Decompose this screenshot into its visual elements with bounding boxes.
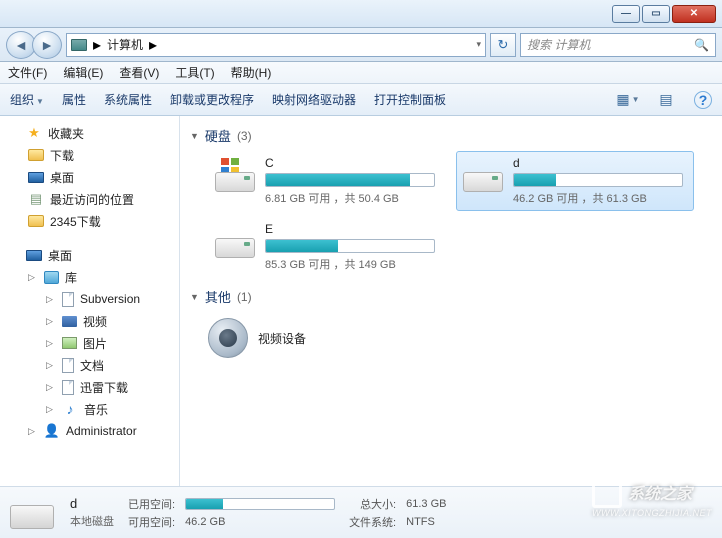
- breadcrumb-sep: ▸: [149, 35, 157, 55]
- drive-stats: 6.81 GB 可用 ，共 50.4 GB: [265, 190, 441, 206]
- tree-desktop-fav[interactable]: 桌面: [0, 166, 179, 188]
- camera-icon: [208, 318, 248, 358]
- drive-label: d: [513, 156, 689, 170]
- address-bar: ◄ ► ▸ 计算机 ▸ ▾ ↻ 搜索 计算机 🔍: [0, 28, 722, 62]
- tb-control-panel[interactable]: 打开控制面板: [374, 91, 446, 108]
- nav-tree: ★收藏夹 下载 桌面 ▤最近访问的位置 2345下载 桌面 ▷库 ▷Subver…: [0, 116, 180, 486]
- collapse-icon: ▼: [190, 292, 199, 302]
- breadcrumb-sep: ▸: [93, 35, 101, 55]
- drive-usage-bar: [265, 239, 435, 253]
- computer-icon: [71, 39, 87, 51]
- drive-icon: [213, 156, 257, 196]
- breadcrumb-item[interactable]: 计算机: [107, 36, 143, 53]
- details-name: d: [70, 496, 114, 511]
- drive-label: C: [265, 156, 441, 170]
- tree-pictures[interactable]: ▷图片: [0, 332, 179, 354]
- drive-icon: [213, 222, 257, 262]
- details-pane: d 本地磁盘 已用空间: 可用空间: 46.2 GB 总大小: 61.3 GB …: [0, 486, 722, 538]
- tree-admin[interactable]: ▷👤Administrator: [0, 420, 179, 442]
- recent-icon: ▤: [28, 191, 44, 207]
- toolbar: 组织▼ 属性 系统属性 卸载或更改程序 映射网络驱动器 打开控制面板 ▦▼ ▤ …: [0, 84, 722, 116]
- preview-pane-button[interactable]: ▤: [656, 90, 676, 110]
- tree-favorites[interactable]: ★收藏夹: [0, 122, 179, 144]
- details-total-value: 61.3 GB: [406, 498, 446, 510]
- document-icon: [62, 292, 74, 307]
- menu-help[interactable]: 帮助(H): [231, 64, 272, 81]
- library-icon: [44, 271, 59, 284]
- details-fs-label: 文件系统:: [349, 514, 396, 530]
- maximize-button[interactable]: ▭: [642, 5, 670, 23]
- close-button[interactable]: ✕: [672, 5, 716, 23]
- tree-recent[interactable]: ▤最近访问的位置: [0, 188, 179, 210]
- menu-tools[interactable]: 工具(T): [175, 64, 214, 81]
- pictures-icon: [62, 337, 77, 349]
- drive-icon: [10, 495, 56, 531]
- drive-label: E: [265, 222, 441, 236]
- video-icon: [62, 316, 77, 327]
- user-icon: 👤: [44, 423, 60, 439]
- content-pane: ▼ 硬盘 (3) C 6.81 GB 可用 ，共 50.4 GB d 46.2 GB …: [180, 116, 722, 486]
- music-icon: ♪: [62, 401, 78, 417]
- document-icon: [62, 358, 74, 373]
- tree-libraries[interactable]: ▷库: [0, 266, 179, 288]
- drive-icon: [461, 156, 505, 196]
- tree-video[interactable]: ▷视频: [0, 310, 179, 332]
- folder-icon: [28, 215, 44, 227]
- tb-map-drive[interactable]: 映射网络驱动器: [272, 91, 356, 108]
- details-usage-bar: [185, 498, 335, 510]
- details-fs-value: NTFS: [406, 516, 446, 528]
- details-used-label: 已用空间:: [128, 496, 175, 512]
- device-label: 视频设备: [258, 330, 306, 347]
- drive-c[interactable]: C 6.81 GB 可用 ，共 50.4 GB: [208, 151, 446, 211]
- tree-desktop[interactable]: 桌面: [0, 244, 179, 266]
- section-other-header[interactable]: ▼ 其他 (1): [190, 287, 712, 306]
- refresh-button[interactable]: ↻: [490, 33, 516, 57]
- device-video[interactable]: 视频设备: [190, 312, 712, 364]
- document-icon: [62, 380, 74, 395]
- tree-xunlei[interactable]: ▷迅雷下载: [0, 376, 179, 398]
- drive-usage-bar: [265, 173, 435, 187]
- drive-usage-bar: [513, 173, 683, 187]
- window-titlebar: — ▭ ✕: [0, 0, 722, 28]
- details-free-value: 46.2 GB: [185, 516, 335, 528]
- menu-edit[interactable]: 编辑(E): [63, 64, 103, 81]
- help-button[interactable]: ?: [694, 91, 712, 109]
- drive-d[interactable]: d 46.2 GB 可用 ，共 61.3 GB: [456, 151, 694, 211]
- search-icon: 🔍: [694, 38, 709, 52]
- tree-2345[interactable]: 2345下载: [0, 210, 179, 232]
- nav-forward-button[interactable]: ►: [32, 31, 62, 59]
- search-placeholder: 搜索 计算机: [527, 36, 590, 53]
- drive-stats: 46.2 GB 可用 ，共 61.3 GB: [513, 190, 689, 206]
- collapse-icon: ▼: [190, 131, 199, 141]
- details-type: 本地磁盘: [70, 513, 114, 529]
- tb-uninstall[interactable]: 卸载或更改程序: [170, 91, 254, 108]
- menu-view[interactable]: 查看(V): [119, 64, 159, 81]
- breadcrumb[interactable]: ▸ 计算机 ▸ ▾: [66, 33, 486, 57]
- tb-system-properties[interactable]: 系统属性: [104, 91, 152, 108]
- drive-e[interactable]: E 85.3 GB 可用 ，共 149 GB: [208, 217, 446, 277]
- menu-file[interactable]: 文件(F): [8, 64, 47, 81]
- tree-music[interactable]: ▷♪音乐: [0, 398, 179, 420]
- desktop-icon: [26, 250, 42, 261]
- tree-subversion[interactable]: ▷Subversion: [0, 288, 179, 310]
- menubar: 文件(F) 编辑(E) 查看(V) 工具(T) 帮助(H): [0, 62, 722, 84]
- star-icon: ★: [26, 125, 42, 141]
- search-input[interactable]: 搜索 计算机 🔍: [520, 33, 716, 57]
- minimize-button[interactable]: —: [612, 5, 640, 23]
- tree-downloads[interactable]: 下载: [0, 144, 179, 166]
- folder-icon: [28, 149, 44, 161]
- tb-organize[interactable]: 组织▼: [10, 91, 44, 108]
- view-mode-button[interactable]: ▦▼: [618, 90, 638, 110]
- tree-documents[interactable]: ▷文档: [0, 354, 179, 376]
- details-free-label: 可用空间:: [128, 514, 175, 530]
- section-drives-header[interactable]: ▼ 硬盘 (3): [190, 126, 712, 145]
- drive-stats: 85.3 GB 可用 ，共 149 GB: [265, 256, 441, 272]
- desktop-icon: [28, 172, 44, 183]
- tb-properties[interactable]: 属性: [62, 91, 86, 108]
- details-total-label: 总大小:: [349, 496, 396, 512]
- breadcrumb-dropdown[interactable]: ▾: [476, 39, 481, 50]
